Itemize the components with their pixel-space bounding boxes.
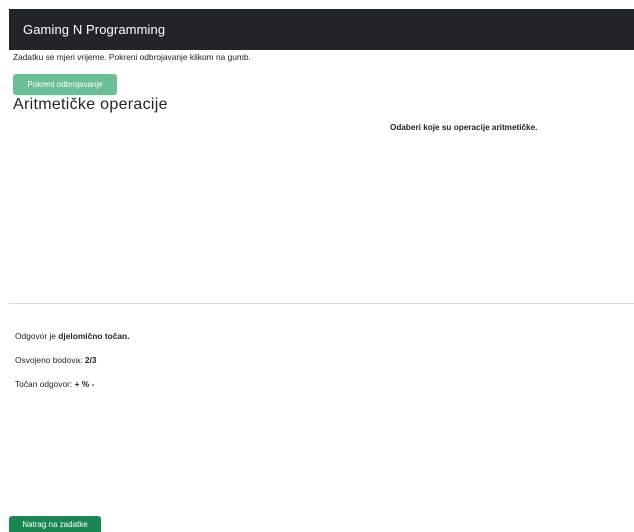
answer-prefix: Odgovor je [15, 331, 59, 341]
back-to-tasks-button[interactable]: Natrag na zadatke [9, 516, 101, 532]
page-title: Aritmetičke operacije [13, 96, 168, 113]
correct-answer-label: Točan odgovor: [15, 379, 75, 389]
divider [9, 303, 634, 304]
start-countdown-button[interactable]: Pokreni odbrojavanje [13, 74, 117, 95]
navbar-brand[interactable]: Gaming N Programming [23, 22, 165, 37]
points-value: 2/3 [84, 355, 97, 365]
question-text: Odaberi koje su operacije aritmetičke. [390, 123, 538, 132]
answer-status: djelomično točan. [58, 331, 130, 341]
points-label: Osvojeno bodova: [15, 355, 85, 365]
answer-status-line: Odgovor je djelomično točan. [15, 331, 130, 341]
correct-answer-value: + % - [74, 379, 95, 389]
top-navbar: Gaming N Programming [9, 9, 634, 50]
points-line: Osvojeno bodova: 2/3 [15, 355, 97, 365]
correct-answer-line: Točan odgovor: + % - [15, 379, 94, 389]
timer-note: Zadatku se mjeri vrijeme. Pokreni odbroj… [13, 52, 251, 62]
